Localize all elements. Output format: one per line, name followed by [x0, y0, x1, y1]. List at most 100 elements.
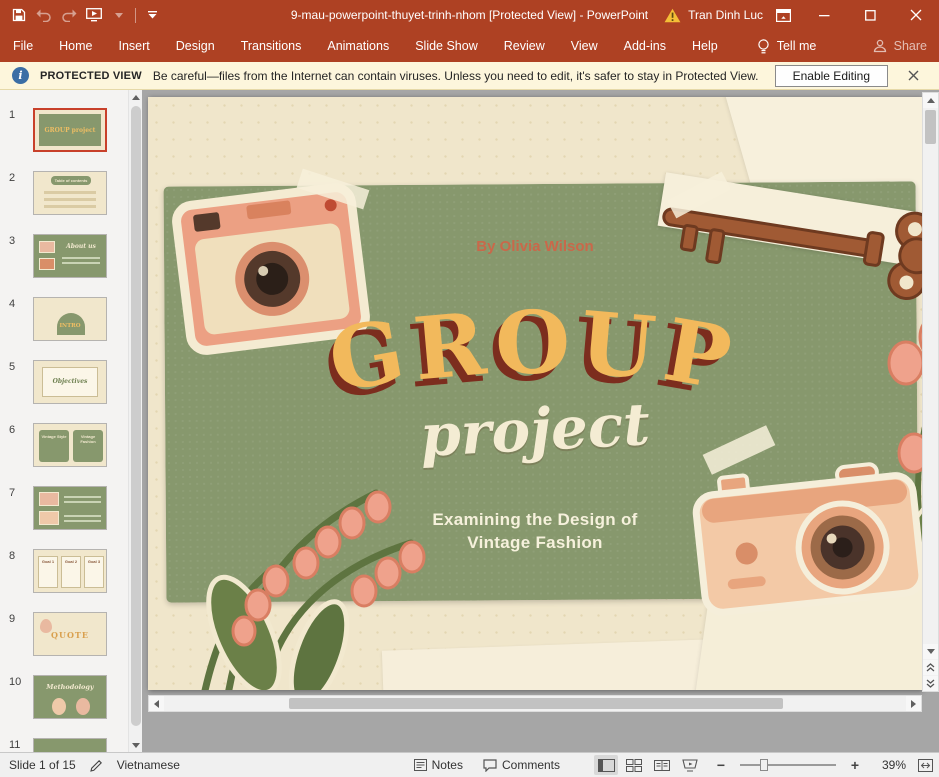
- redo-icon: [61, 9, 77, 22]
- scroll-down-arrow-icon[interactable]: [923, 644, 938, 659]
- scroll-left-arrow-icon[interactable]: [149, 696, 164, 711]
- customize-qat-icon: [148, 11, 157, 19]
- slide-item-4: 4 INTRO: [0, 297, 128, 341]
- slide-5-thumbnail[interactable]: Objectives: [33, 360, 107, 404]
- share-button[interactable]: Share: [873, 30, 927, 62]
- tab-design[interactable]: Design: [163, 30, 228, 62]
- slide-tagline-line1[interactable]: Examining the Design of: [148, 510, 922, 530]
- zoom-in-button[interactable]: +: [848, 757, 862, 773]
- window-controls: [765, 0, 939, 30]
- horizontal-scrollbar[interactable]: [148, 695, 922, 712]
- tab-view[interactable]: View: [558, 30, 611, 62]
- scroll-up-arrow-icon[interactable]: [923, 93, 938, 108]
- comments-button[interactable]: Comments: [479, 756, 564, 774]
- qat-dropdown-button[interactable]: [106, 3, 131, 27]
- enable-editing-button[interactable]: Enable Editing: [775, 65, 888, 87]
- scroll-up-arrow-icon[interactable]: [129, 90, 143, 104]
- slide-7-thumbnail[interactable]: [33, 486, 107, 530]
- minimize-icon: [819, 10, 830, 21]
- proofing-pen-icon[interactable]: [90, 759, 103, 772]
- thumb-photo: [39, 492, 59, 506]
- slide-1-thumbnail[interactable]: GROUP project: [33, 108, 107, 152]
- undo-button[interactable]: [31, 3, 56, 27]
- next-slide-button[interactable]: [923, 676, 938, 691]
- normal-view-button[interactable]: [594, 755, 618, 775]
- close-button[interactable]: [893, 0, 939, 30]
- redo-button[interactable]: [56, 3, 81, 27]
- zoom-slider[interactable]: [740, 757, 836, 773]
- slide-editor-area: By Olivia Wilson GROUP project Examining…: [145, 90, 939, 752]
- protected-view-label: PROTECTED VIEW: [40, 70, 142, 82]
- reading-view-button[interactable]: [650, 755, 674, 775]
- zoom-percentage[interactable]: 39%: [874, 758, 906, 772]
- share-label: Share: [894, 39, 927, 53]
- protected-view-message: Be careful—files from the Internet can c…: [153, 69, 759, 83]
- slide-tagline-line2[interactable]: Vintage Fashion: [148, 533, 922, 553]
- tab-review[interactable]: Review: [491, 30, 558, 62]
- notes-button[interactable]: Notes: [410, 756, 467, 774]
- slide-item-2: 2 Table of contents: [0, 171, 128, 215]
- tab-transitions[interactable]: Transitions: [228, 30, 315, 62]
- slide-4-thumbnail[interactable]: INTRO: [33, 297, 107, 341]
- previous-slide-button[interactable]: [923, 660, 938, 675]
- thumb-line: [44, 191, 96, 194]
- thumb-line: [64, 496, 101, 498]
- slide-9-thumbnail[interactable]: QUOTE: [33, 612, 107, 656]
- slide-10-thumbnail[interactable]: Methodology: [33, 675, 107, 719]
- slide-number: 2: [9, 172, 15, 184]
- tab-animations[interactable]: Animations: [314, 30, 402, 62]
- thumb-decoration: [52, 698, 66, 715]
- scroll-down-arrow-icon[interactable]: [129, 738, 143, 752]
- undo-icon: [36, 9, 52, 22]
- normal-view-icon: [598, 759, 615, 772]
- ribbon-display-options-button[interactable]: [765, 0, 801, 30]
- thumb-decoration: [76, 698, 90, 715]
- slide-6-thumbnail[interactable]: Vintage Style Vintage Fashion: [33, 423, 107, 467]
- slide-3-thumbnail[interactable]: About us: [33, 234, 107, 278]
- slide-byline[interactable]: By Olivia Wilson: [148, 238, 922, 255]
- zoom-out-button[interactable]: −: [714, 757, 728, 773]
- tab-home[interactable]: Home: [46, 30, 105, 62]
- status-bar: Slide 1 of 15 Vietnamese Notes Comments: [0, 752, 939, 777]
- thumb-title: QUOTE: [34, 630, 106, 640]
- maximize-button[interactable]: [847, 0, 893, 30]
- scrollbar-thumb[interactable]: [131, 106, 141, 726]
- thumb-title: Goal 2: [61, 559, 81, 564]
- slide-8-thumbnail[interactable]: Goal 1 Goal 2 Goal 3: [33, 549, 107, 593]
- fit-slide-button[interactable]: [918, 759, 933, 772]
- tab-help[interactable]: Help: [679, 30, 731, 62]
- zoom-slider-thumb[interactable]: [760, 759, 768, 771]
- tab-slide-show[interactable]: Slide Show: [402, 30, 491, 62]
- thumbnails-scrollbar[interactable]: [128, 90, 142, 752]
- thumb-line: [44, 198, 96, 201]
- tab-add-ins[interactable]: Add-ins: [611, 30, 679, 62]
- language-indicator[interactable]: Vietnamese: [117, 758, 180, 772]
- slide-sorter-view-button[interactable]: [622, 755, 646, 775]
- slide-2-thumbnail[interactable]: Table of contents: [33, 171, 107, 215]
- start-slideshow-button[interactable]: [81, 3, 106, 27]
- slide-item-8: 8 Goal 1 Goal 2 Goal 3: [0, 549, 128, 593]
- reading-view-icon: [654, 759, 670, 772]
- comments-label: Comments: [502, 758, 560, 772]
- slide-title[interactable]: GROUP: [148, 294, 922, 394]
- close-icon: [910, 9, 922, 21]
- slide-show-view-button[interactable]: [678, 755, 702, 775]
- account-area[interactable]: Tran Dinh Luc: [664, 0, 763, 30]
- slide-11-thumbnail[interactable]: [33, 738, 107, 752]
- minimize-button[interactable]: [801, 0, 847, 30]
- user-name: Tran Dinh Luc: [688, 8, 763, 22]
- vertical-scrollbar[interactable]: [922, 92, 939, 692]
- slide-canvas[interactable]: By Olivia Wilson GROUP project Examining…: [148, 97, 922, 690]
- scrollbar-thumb[interactable]: [289, 698, 783, 709]
- save-button[interactable]: [6, 3, 31, 27]
- scrollbar-thumb[interactable]: [925, 110, 936, 144]
- tab-insert[interactable]: Insert: [106, 30, 163, 62]
- message-bar-close-button[interactable]: [899, 62, 927, 90]
- customize-qat-button[interactable]: [140, 3, 165, 27]
- lightbulb-icon: [757, 39, 770, 54]
- thumb-line: [64, 515, 101, 517]
- thumb-title: Methodology: [34, 683, 106, 691]
- tell-me-box[interactable]: Tell me: [757, 30, 817, 62]
- scroll-right-arrow-icon[interactable]: [906, 696, 921, 711]
- tab-file[interactable]: File: [0, 30, 46, 62]
